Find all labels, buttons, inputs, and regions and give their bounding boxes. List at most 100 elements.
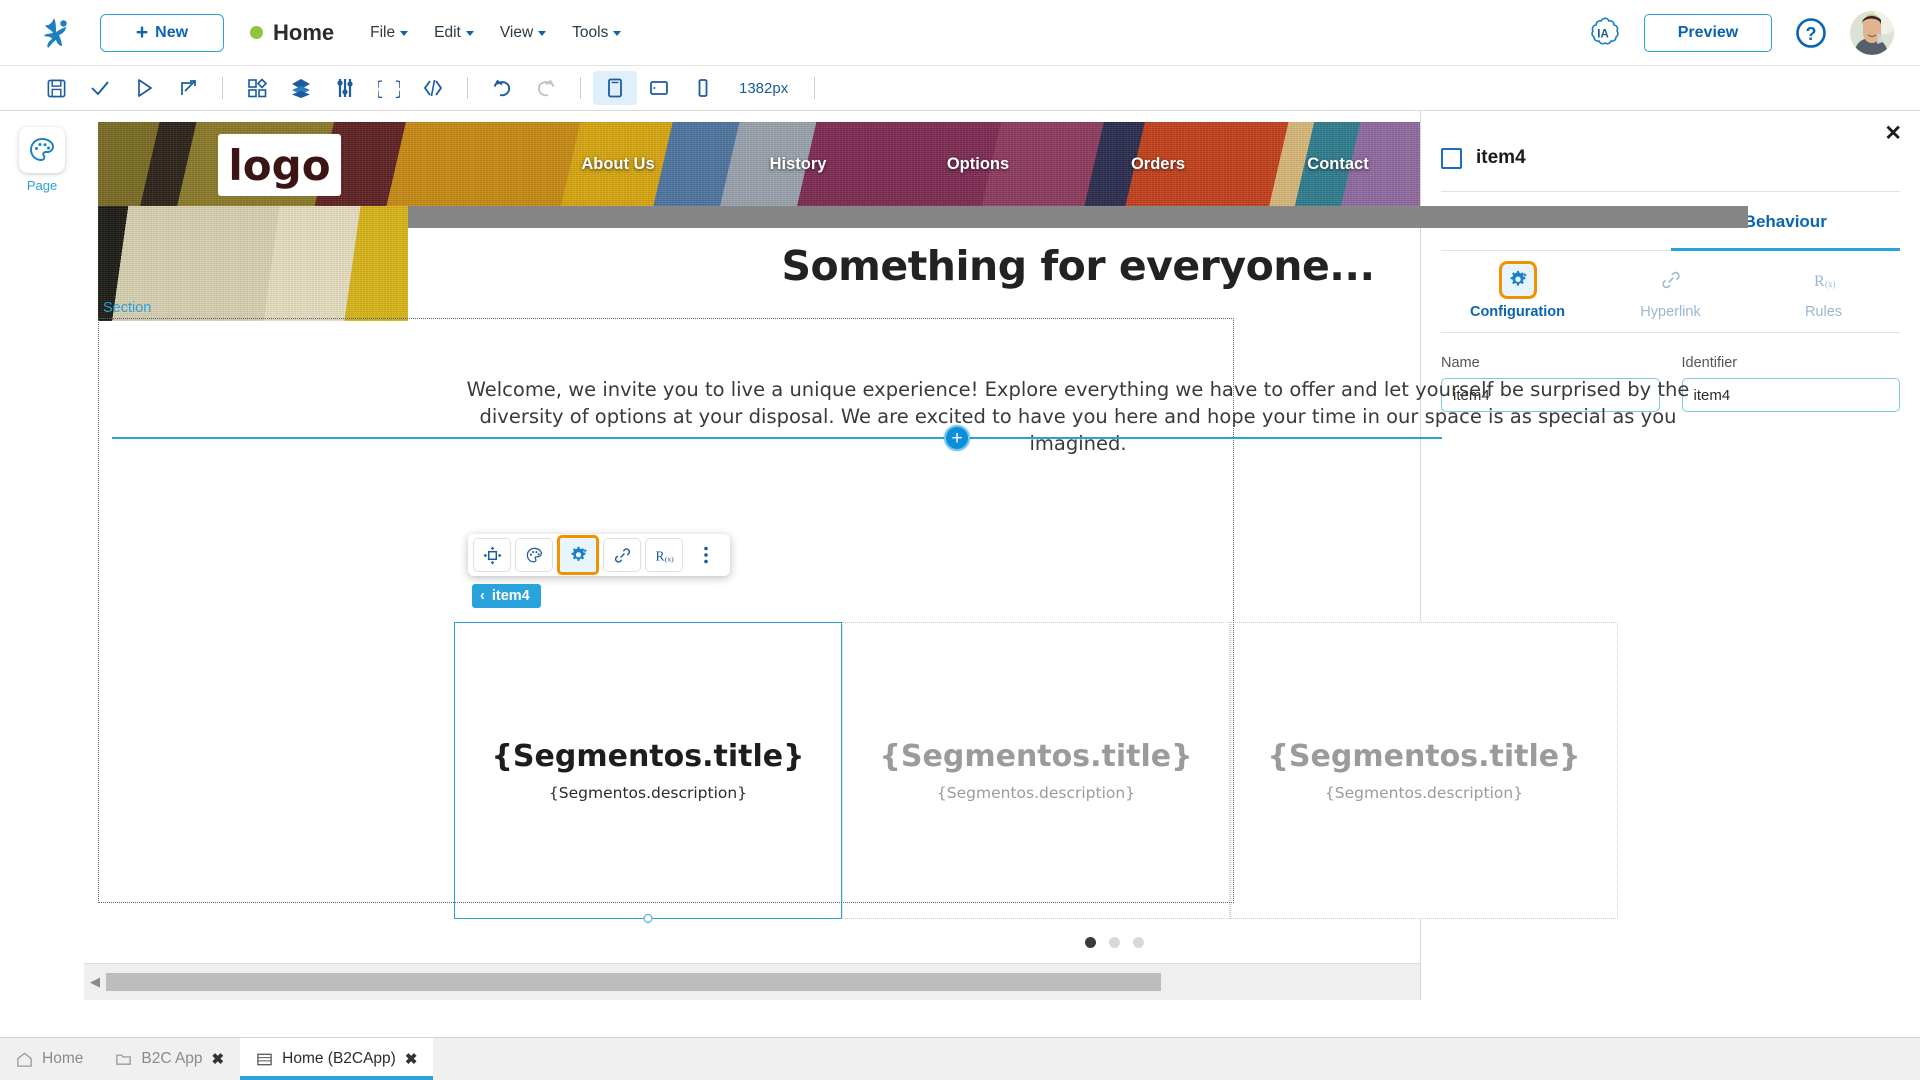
scrollbar-thumb[interactable] <box>106 973 1161 991</box>
carousel-card-3[interactable]: {Segmentos.title} {Segmentos.description… <box>1230 622 1618 919</box>
svg-text:?: ? <box>1806 24 1817 44</box>
avatar[interactable] <box>1850 10 1894 55</box>
hero-paragraph: Welcome, we invite you to live a unique … <box>466 378 1690 455</box>
chevron-down-icon <box>613 31 622 36</box>
left-rail: Page <box>0 111 84 1000</box>
menu-edit[interactable]: Edit <box>434 24 474 42</box>
selected-widget-badge-label: item4 <box>491 588 530 604</box>
braces-icon[interactable]: { } <box>367 71 411 105</box>
subtab-hyperlink[interactable]: Hyperlink <box>1594 251 1747 332</box>
components-icon[interactable] <box>235 71 279 105</box>
sidebar-item-page[interactable]: Page <box>0 127 84 193</box>
site-nav-orders[interactable]: Orders <box>1068 155 1248 174</box>
menu-bar: File Edit View Tools <box>370 24 622 42</box>
close-icon[interactable]: ✖ <box>212 1050 225 1068</box>
gear-settings-icon[interactable] <box>557 535 599 575</box>
save-icon[interactable] <box>34 71 78 105</box>
new-button[interactable]: + New <box>100 13 224 52</box>
home-icon <box>16 1051 33 1068</box>
more-vertical-icon[interactable] <box>687 538 725 572</box>
segments-carousel: {Segmentos.title} {Segmentos.description… <box>454 622 1654 952</box>
tablet-icon[interactable] <box>637 71 681 105</box>
plus-icon: + <box>135 21 149 44</box>
selected-widget-badge[interactable]: ‹ item4 <box>472 584 541 608</box>
site-nav-options[interactable]: Options <box>888 155 1068 174</box>
card-title: {Segmentos.title} <box>491 739 805 774</box>
code-icon[interactable] <box>411 71 455 105</box>
section-top-guide <box>112 437 1442 439</box>
svg-text:(x): (x) <box>1825 279 1836 289</box>
carousel-card-1[interactable]: {Segmentos.title} {Segmentos.description… <box>454 622 842 923</box>
bottom-tab-b2c-app[interactable]: B2C App ✖ <box>99 1038 240 1080</box>
page-icon <box>256 1051 273 1068</box>
layers-icon[interactable] <box>279 71 323 105</box>
bottom-tab-b2c-app-label: B2C App <box>141 1050 203 1067</box>
subtab-rules-label: Rules <box>1804 304 1843 320</box>
panel-subtabs: Configuration Hyperlink R (x) Rules <box>1441 251 1900 333</box>
play-icon[interactable] <box>122 71 166 105</box>
palette-icon <box>19 127 65 173</box>
main-toolbar: { } 1382px <box>0 66 1920 111</box>
data-icon[interactable] <box>323 71 367 105</box>
add-section-handle-top[interactable]: + <box>944 425 970 451</box>
preview-button[interactable]: Preview <box>1644 13 1772 52</box>
palette-icon[interactable] <box>515 538 553 572</box>
chevron-down-icon <box>465 31 474 36</box>
toolbar-separator <box>467 77 468 99</box>
move-resize-icon[interactable] <box>473 538 511 572</box>
carousel-cards: {Segmentos.title} {Segmentos.description… <box>454 622 1654 923</box>
carousel-dot-2[interactable] <box>1108 937 1120 948</box>
rules-rx-icon[interactable]: R (x) <box>645 538 683 572</box>
export-icon[interactable] <box>166 71 210 105</box>
site-header: logo About Us History Options Orders Con… <box>98 122 1748 206</box>
card-description: {Segmentos.description} <box>936 784 1136 802</box>
menu-tools[interactable]: Tools <box>572 24 622 42</box>
carousel-dot-1[interactable] <box>1084 937 1096 948</box>
site-logo[interactable]: logo <box>218 134 341 196</box>
site-nav-contact[interactable]: Contact <box>1248 155 1428 174</box>
subtab-configuration[interactable]: Configuration <box>1441 251 1594 332</box>
link-icon <box>1652 261 1690 299</box>
close-icon[interactable]: ✖ <box>405 1050 418 1068</box>
gear-settings-icon <box>1498 261 1537 299</box>
subtab-configuration-label: Configuration <box>1469 304 1566 320</box>
bottom-tab-home-b2capp[interactable]: Home (B2CApp) ✖ <box>240 1038 434 1080</box>
site-nav-history[interactable]: History <box>708 155 888 174</box>
toolbar-separator <box>580 77 581 99</box>
card-description: {Segmentos.description} <box>548 784 748 802</box>
menu-view[interactable]: View <box>500 24 547 42</box>
redo-icon[interactable] <box>524 71 568 105</box>
menu-file[interactable]: File <box>370 24 409 42</box>
svg-text:(x): (x) <box>665 554 674 563</box>
ia-badge-icon[interactable]: IA <box>1584 14 1622 52</box>
section-tag[interactable]: Section <box>103 300 151 316</box>
check-icon[interactable] <box>78 71 122 105</box>
help-icon[interactable]: ? <box>1794 16 1828 50</box>
bottom-tab-home[interactable]: Home <box>0 1038 99 1080</box>
carousel-card-2[interactable]: {Segmentos.title} {Segmentos.description… <box>842 622 1230 919</box>
mobile-icon[interactable] <box>681 71 725 105</box>
svg-text:IA: IA <box>1597 28 1609 40</box>
subtab-rules[interactable]: R (x) Rules <box>1747 251 1900 332</box>
toolbar-separator <box>222 77 223 99</box>
carousel-dot-3[interactable] <box>1132 937 1144 948</box>
badge-chevron-left-icon: ‹ <box>480 588 485 604</box>
card-title: {Segmentos.title} <box>879 739 1193 774</box>
subtab-hyperlink-label: Hyperlink <box>1640 304 1701 320</box>
close-icon[interactable]: ✕ <box>1884 123 1902 144</box>
site-nav-about-us[interactable]: About Us <box>528 155 708 174</box>
desktop-icon[interactable] <box>593 71 637 105</box>
undo-icon[interactable] <box>480 71 524 105</box>
site-subheader-band <box>408 206 1748 228</box>
identifier-field-label: Identifier <box>1681 355 1738 371</box>
card-description: {Segmentos.description} <box>1324 784 1524 802</box>
menu-edit-label: Edit <box>434 23 461 41</box>
name-field-label: Name <box>1441 355 1480 371</box>
link-icon[interactable] <box>603 538 641 572</box>
page-title: Home <box>273 19 335 45</box>
tab-behaviour-label: Behaviour <box>1743 212 1827 231</box>
frog-logo-icon[interactable] <box>34 13 74 53</box>
resize-handle[interactable] <box>643 914 653 923</box>
svg-text:R: R <box>1814 273 1825 290</box>
scroll-left-arrow-icon[interactable]: ◀ <box>84 974 106 990</box>
